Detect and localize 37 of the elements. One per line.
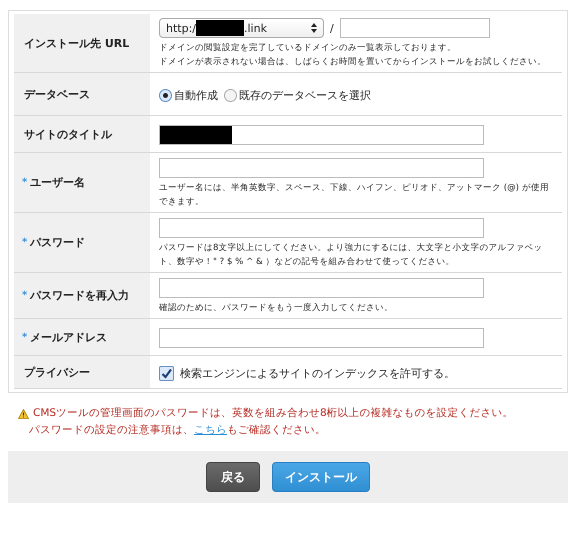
text-field[interactable] [159, 218, 484, 238]
label-text: メールアドレス [30, 330, 108, 344]
label-text: サイトのタイトル [24, 126, 112, 142]
radio-button[interactable] [224, 88, 237, 102]
text-field[interactable] [159, 158, 484, 178]
path-separator: / [330, 22, 334, 34]
warning-text: パスワードの設定の注意事項は、こちら もご確認ください。 [29, 423, 326, 438]
hint-text: パスワードは8文字以上にしてください。より強力にするには、大文字と小文字のアルファベット、数字や！" ? $ % ^ & ）などの記号を組み合わせて使ってください。 [159, 242, 544, 269]
text-field[interactable] [159, 278, 484, 298]
label-text: ユーザー名 [30, 175, 86, 190]
hint-text: ユーザー名には、半角英数字、スペース、下線、ハイフン、ピリオド、アットマーク (@) が使用できます。 [159, 182, 550, 209]
label-text: パスワード [30, 235, 86, 250]
radio-label: 自動作成 [174, 88, 218, 102]
select-arrows-icon [311, 23, 317, 33]
checkbox-label: 検索エンジンによるサイトのインデックスを許可する。 [180, 366, 455, 380]
label-text: パスワードを再入力 [30, 288, 130, 303]
warning-text: CMSツールの管理画面のパスワードは、英数を組み合わせ8桁以上の複雑なものを設定ください。 [33, 406, 514, 421]
domain-select[interactable]: http:/ .link [159, 18, 324, 38]
label-text: データベース [24, 86, 90, 102]
required-mark: * [22, 237, 28, 248]
back-button[interactable]: 戻る [206, 462, 260, 492]
warning-icon [18, 408, 29, 418]
checkbox[interactable] [159, 366, 174, 380]
hint-text: ドメインの閲覧設定を完了しているドメインのみ一覧表示しております。 [159, 42, 457, 55]
required-mark: * [22, 177, 28, 188]
required-mark: * [22, 290, 28, 301]
label-text: インストール先 URL [24, 36, 130, 50]
radio-label: 既存のデータベースを選択 [239, 88, 371, 102]
text-field[interactable] [159, 328, 484, 348]
path-input[interactable] [340, 18, 490, 38]
required-mark: * [22, 332, 28, 342]
hint-text: 確認のために、パスワードをもう一度入力してください。 [159, 302, 394, 315]
hint-text: ドメインが表示されない場合は、しばらくお時間を置いてからインストールをお試しください。 [159, 56, 547, 69]
help-link[interactable]: こちら [194, 424, 227, 436]
radio-button[interactable] [159, 88, 172, 102]
text-field[interactable] [159, 125, 484, 145]
label-text: プライバシー [24, 364, 90, 380]
